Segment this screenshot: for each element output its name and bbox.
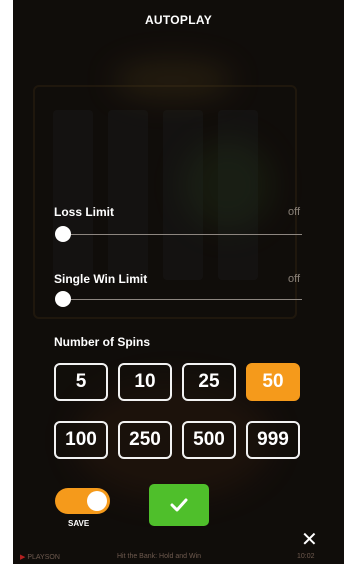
save-label: SAVE [68,519,90,528]
playson-logo-icon: ▶ [20,554,26,561]
footer-game-name: Hit the Bank: Hold and Win [117,553,202,560]
single-win-limit-label: Single Win Limit [54,272,148,286]
number-of-spins-label: Number of Spins [54,335,151,349]
spin-option-5[interactable]: 5 [54,363,108,401]
single-win-limit-slider-track[interactable] [57,299,302,300]
spin-option-999[interactable]: 999 [246,421,300,459]
dialog-title: AUTOPLAY [144,13,213,27]
loss-limit-slider-handle[interactable] [55,226,71,242]
close-icon[interactable]: ✕ [301,530,318,550]
loss-limit-slider-track[interactable] [57,234,302,235]
autoplay-panel: AUTOPLAY Loss Limit off Single Win Limit… [13,0,344,564]
footer-brand: ▶ PLAYSON [20,554,60,561]
spin-option-100[interactable]: 100 [54,421,108,459]
save-toggle[interactable] [55,488,110,514]
spin-option-50[interactable]: 50 [246,363,300,401]
spin-option-10[interactable]: 10 [118,363,172,401]
loss-limit-label: Loss Limit [54,205,115,219]
single-win-limit-value: off [287,273,300,285]
spin-option-250[interactable]: 250 [118,421,172,459]
single-win-limit-slider-handle[interactable] [55,291,71,307]
confirm-button[interactable] [149,484,209,526]
loss-limit-value: off [287,206,300,218]
footer-clock: 10:02 [297,553,315,560]
check-icon [170,498,188,512]
spin-option-500[interactable]: 500 [182,421,236,459]
save-toggle-knob [87,491,107,511]
spin-option-25[interactable]: 25 [182,363,236,401]
